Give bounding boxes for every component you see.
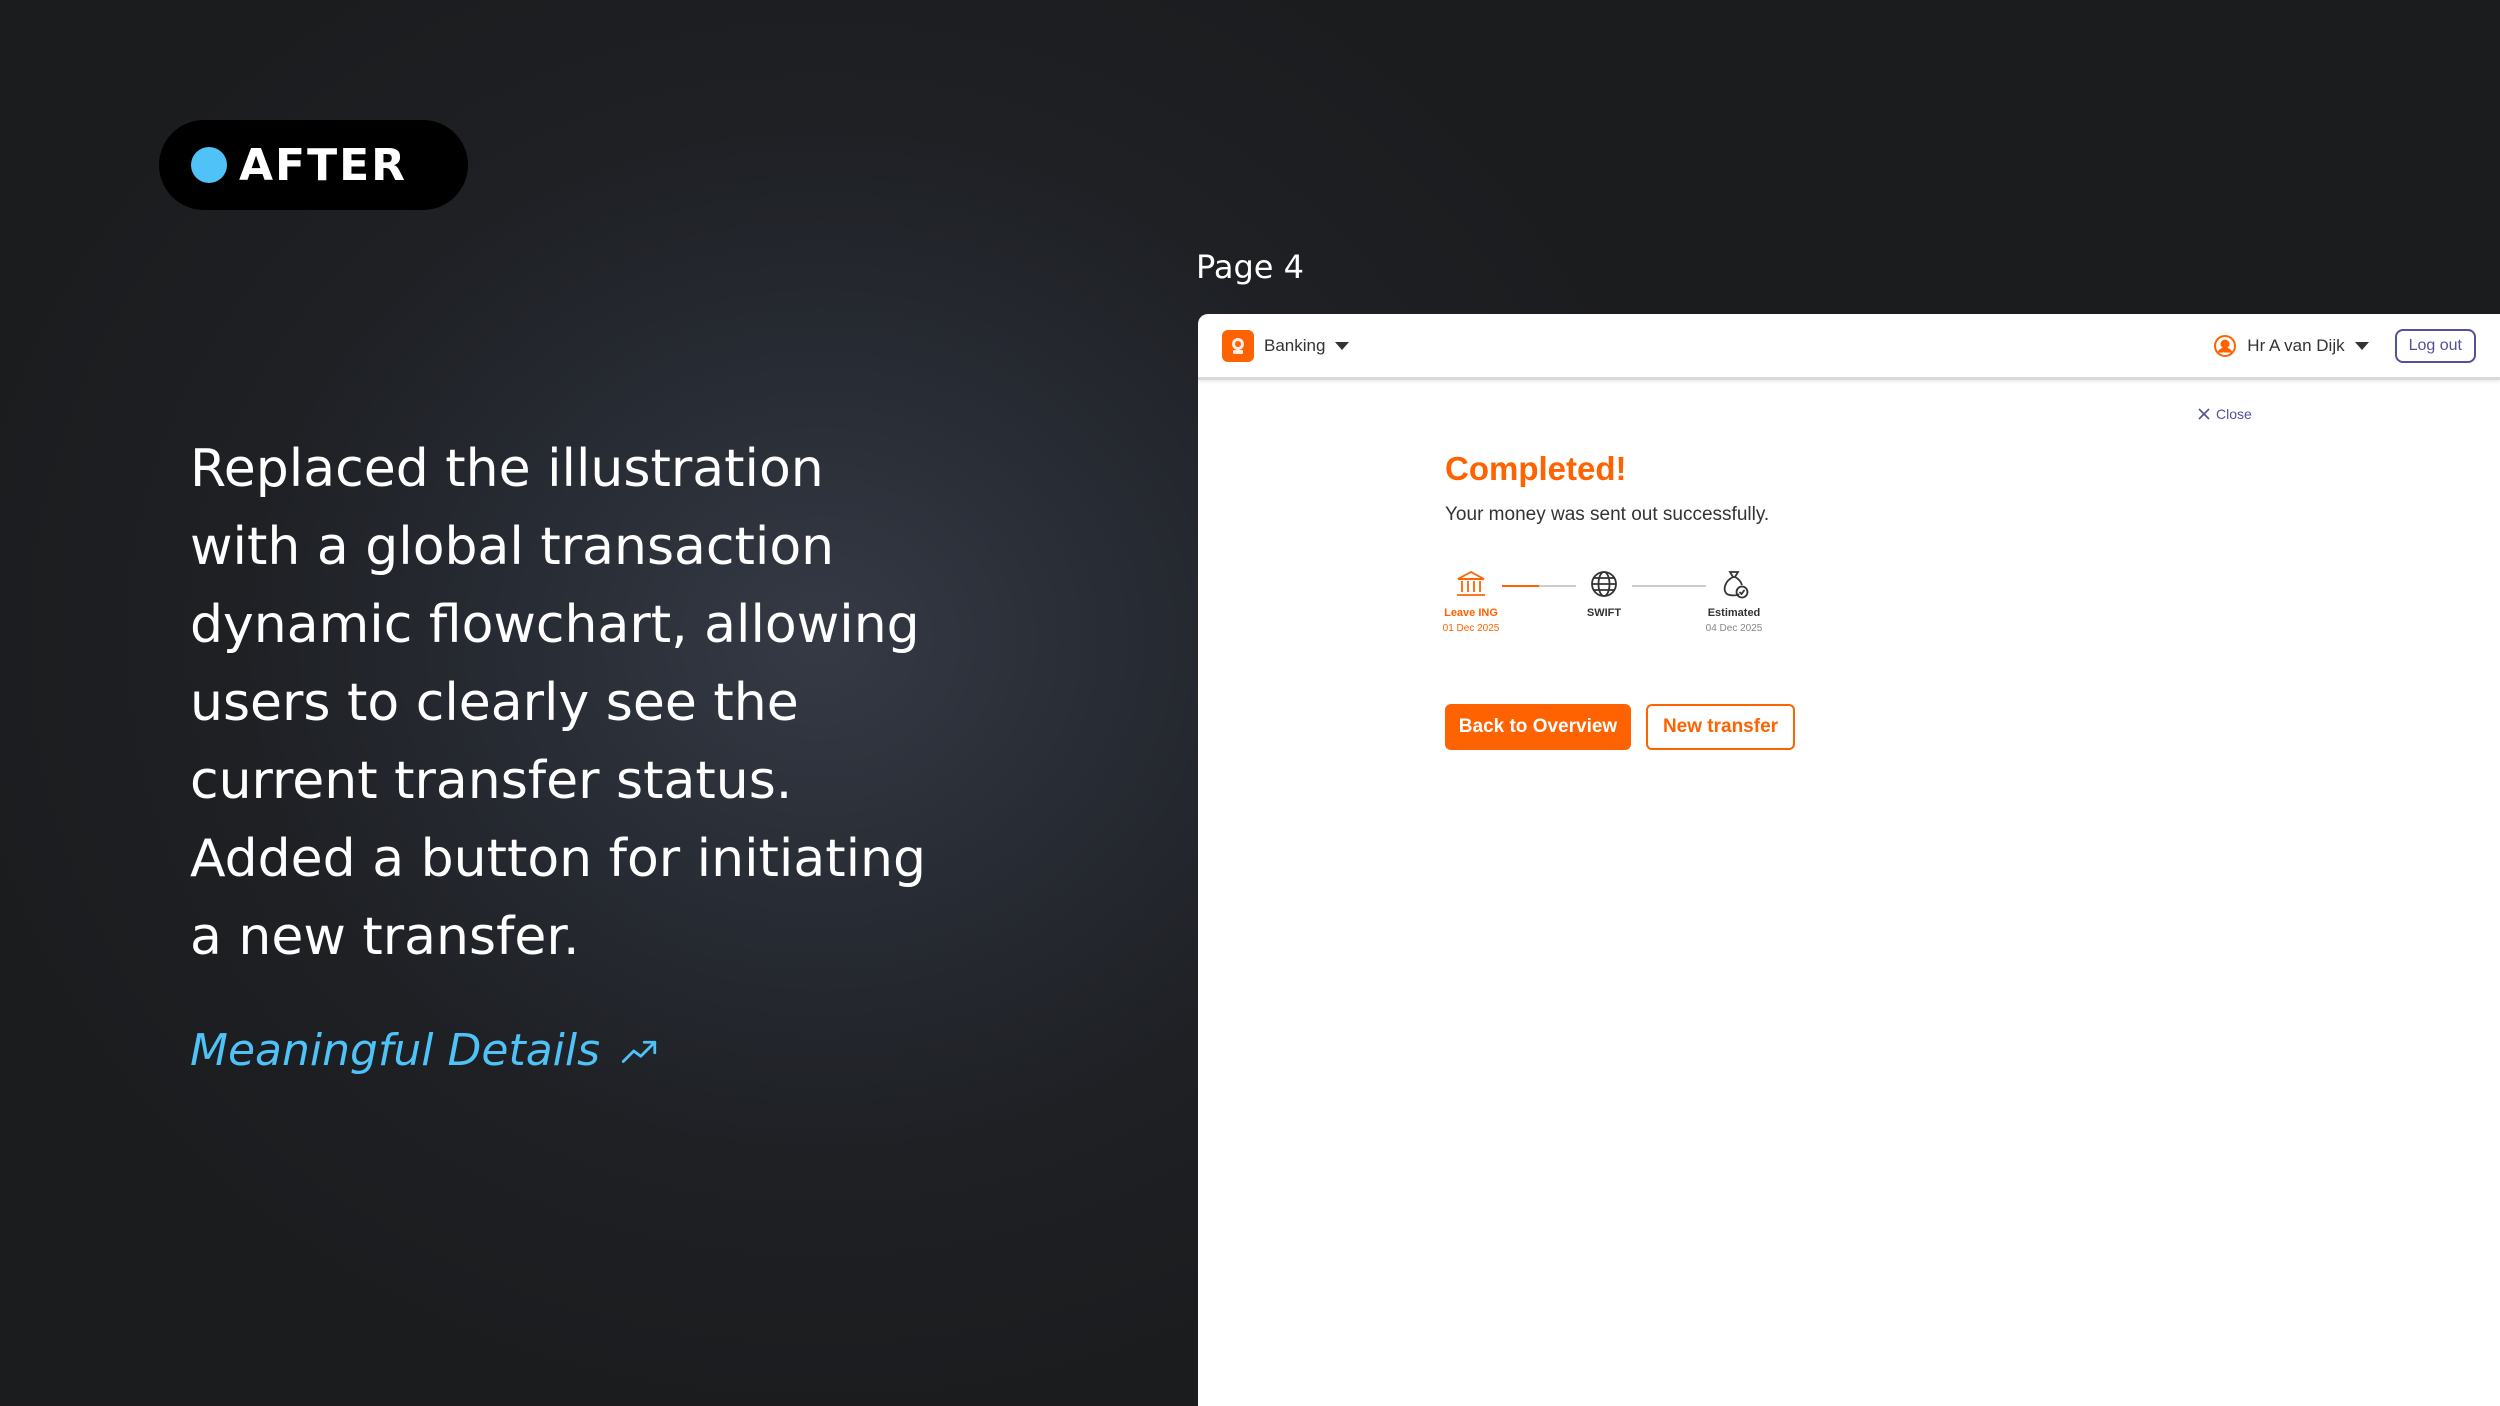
step-label: SWIFT — [1586, 607, 1622, 619]
money-bag-icon — [1723, 571, 1749, 599]
close-link[interactable]: Close — [2198, 406, 2252, 422]
step-estimated: Estimated 04 Dec 2025 — [1679, 567, 1789, 634]
badge-dot — [191, 147, 227, 183]
ing-lion-logo — [1222, 329, 1254, 362]
description-text: Replaced the illustration with a global … — [190, 439, 927, 967]
trending-up-icon — [621, 1040, 657, 1063]
product-menu[interactable]: Banking — [1264, 335, 1350, 356]
chevron-down-icon — [1335, 341, 1350, 350]
globe-icon — [1591, 571, 1617, 597]
chevron-down-icon — [2354, 341, 2369, 350]
user-icon — [2214, 334, 2237, 357]
app-screen: Banking Hr A van Dijk Log out Close Comp… — [1198, 314, 2500, 1406]
close-icon — [2198, 408, 2210, 420]
step-date: 01 Dec 2025 — [1442, 623, 1500, 634]
details-link-label: Meaningful Details — [190, 1025, 601, 1076]
step-swift: SWIFT — [1549, 567, 1659, 619]
page-subtitle: Your money was sent out successfully. — [1445, 504, 1770, 525]
logout-button[interactable]: Log out — [2394, 328, 2476, 363]
user-menu[interactable]: Hr A van Dijk — [2213, 334, 2369, 358]
meaningful-details-link[interactable]: Meaningful Details — [190, 1025, 660, 1076]
bank-icon — [1457, 570, 1485, 596]
user-name: Hr A van Dijk — [2247, 335, 2345, 355]
close-label: Close — [2216, 406, 2252, 422]
product-label: Banking — [1264, 335, 1326, 355]
new-transfer-button[interactable]: New transfer — [1646, 704, 1795, 750]
step-label: Leave ING — [1444, 607, 1498, 619]
top-bar: Banking Hr A van Dijk Log out — [1198, 314, 2500, 380]
step-date: 04 Dec 2025 — [1705, 623, 1763, 634]
page-label: Page 4 — [1196, 248, 1304, 286]
step-label: Estimated — [1707, 607, 1761, 619]
after-badge: AFTER — [159, 120, 468, 210]
back-to-overview-button[interactable]: Back to Overview — [1445, 704, 1631, 750]
page-title: Completed! — [1445, 450, 1627, 487]
step-leave-ing: Leave ING 01 Dec 2025 — [1416, 567, 1526, 634]
badge-label: AFTER — [239, 139, 408, 191]
